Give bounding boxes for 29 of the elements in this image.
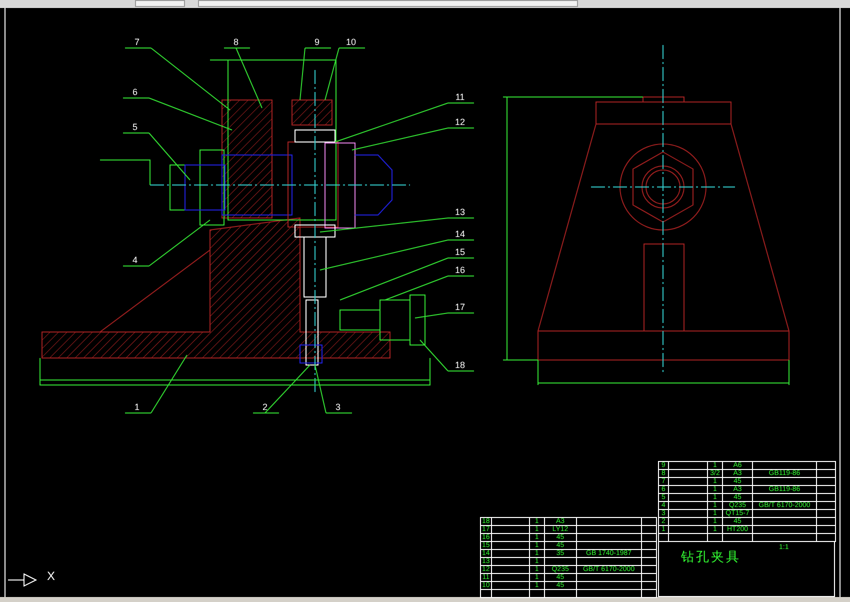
ucs-icon: [8, 574, 38, 586]
balloon-number: 18: [455, 360, 465, 370]
balloon-number: 13: [455, 207, 465, 217]
leader-line: [252, 364, 310, 414]
leader-line: [300, 48, 332, 100]
leader-line: [124, 354, 188, 414]
balloon-number: 4: [132, 255, 138, 265]
leader-line: [414, 312, 474, 318]
leader-line: [420, 340, 474, 372]
axis-label: X: [47, 570, 56, 583]
balloon-number: 9: [314, 37, 320, 47]
balloon-number: 16: [455, 265, 465, 275]
balloon-number: 5: [132, 122, 138, 132]
balloon-number: 15: [455, 247, 465, 257]
balloon-number: 7: [134, 37, 140, 47]
balloon-number: 17: [455, 302, 465, 312]
balloon-number: 2: [262, 402, 268, 412]
drawing-title: 钻孔夹具: [681, 550, 741, 564]
balloon-number: 8: [234, 37, 238, 47]
balloon-number: 11: [455, 92, 465, 102]
balloon-number: 10: [346, 37, 356, 47]
balloon-number: 12: [455, 117, 465, 127]
leader-line: [314, 364, 352, 414]
balloon-number: 3: [336, 402, 340, 412]
leader-line: [324, 48, 366, 100]
balloon-number: 1: [134, 402, 140, 412]
leader-line: [122, 132, 190, 180]
balloon-number: 14: [455, 229, 465, 239]
balloon-number: 6: [132, 87, 138, 97]
